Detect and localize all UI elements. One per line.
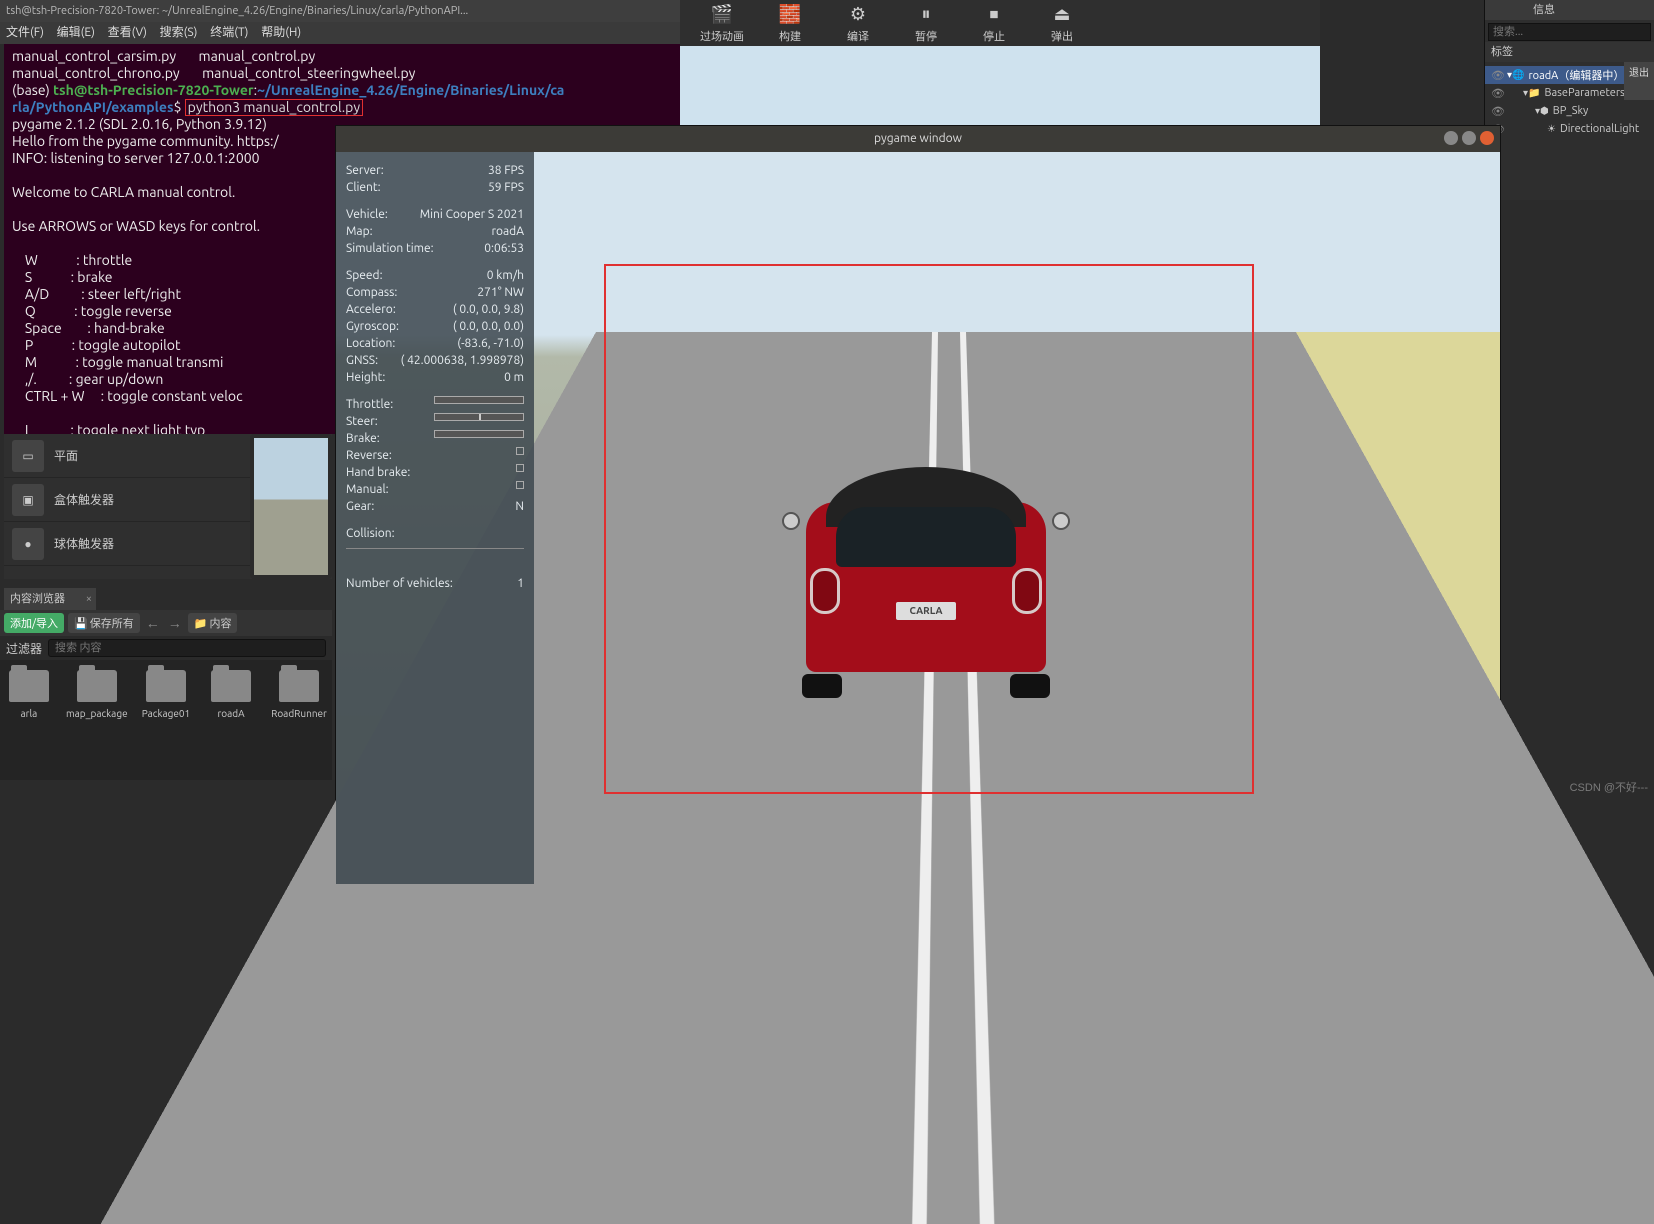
eject-icon: ⏏ <box>1048 2 1076 26</box>
asset-preview <box>250 434 332 579</box>
folder-item[interactable]: Package01 <box>142 670 190 770</box>
clapper-icon: 🎬 <box>708 2 736 26</box>
save-icon: 💾 <box>74 617 88 630</box>
folder-icon <box>211 670 251 702</box>
maximize-icon[interactable] <box>1462 131 1476 145</box>
add-import-button[interactable]: 添加/导入 <box>4 613 64 633</box>
close-icon[interactable]: × <box>86 588 92 610</box>
folder-item[interactable]: roadA <box>208 670 254 770</box>
content-browser-tab[interactable]: 内容浏览器× <box>4 588 96 610</box>
tool-eject[interactable]: ⏏弹出 <box>1028 2 1096 44</box>
pygame-titlebar[interactable]: pygame window <box>336 126 1500 152</box>
watermark: CSDN @不好--- <box>1570 779 1648 795</box>
nav-fwd-icon[interactable]: → <box>166 615 184 631</box>
visibility-icon[interactable]: 👁 <box>1491 69 1503 82</box>
content-browser-toolbar: 添加/导入 💾保存所有 ← → 📁内容 <box>0 610 332 636</box>
save-all-button[interactable]: 💾保存所有 <box>68 613 140 633</box>
menu-terminal[interactable]: 终端(T) <box>210 26 248 39</box>
close-icon[interactable] <box>1480 131 1494 145</box>
plane-icon: ▭ <box>12 440 44 472</box>
minimize-icon[interactable] <box>1444 131 1458 145</box>
tree-row-dirlight[interactable]: 👁☀DirectionalLight <box>1485 120 1654 138</box>
tool-pause[interactable]: ⏸暂停 <box>892 2 960 44</box>
ue-toolbar: 🎬过场动画 🧱构建 ⚙编译 ⏸暂停 ⏹停止 ⏏弹出 <box>680 0 1320 46</box>
folder-icon <box>279 670 319 702</box>
tool-stop[interactable]: ⏹停止 <box>960 2 1028 44</box>
menu-view[interactable]: 查看(V) <box>108 26 147 39</box>
tool-compile[interactable]: ⚙编译 <box>824 2 892 44</box>
brake-bar <box>434 430 524 438</box>
box-icon: ▣ <box>12 484 44 516</box>
filter-row: 过滤器 <box>0 636 332 660</box>
outliner-search-input[interactable] <box>1488 23 1651 41</box>
folder-item[interactable]: RoadRunner <box>272 670 326 770</box>
folder-icon <box>9 670 49 702</box>
sphere-icon: ● <box>12 528 44 560</box>
nav-back-icon[interactable]: ← <box>144 615 162 631</box>
exit-button[interactable]: 退出 <box>1624 62 1654 100</box>
stop-icon: ⏹ <box>980 2 1008 26</box>
menu-edit[interactable]: 编辑(E) <box>57 26 95 39</box>
menu-file[interactable]: 文件(F) <box>6 26 44 39</box>
manual-checkbox <box>516 481 524 489</box>
tree-row-bpsky[interactable]: 👁▾⬢BP_Sky <box>1485 102 1654 120</box>
world-outliner: 信息 标签 👁▾🌐roadA（编辑器中） 👁▾📁BaseParameters 👁… <box>1484 0 1654 200</box>
info-tab[interactable]: 信息 <box>1485 0 1654 20</box>
throttle-bar <box>434 396 524 404</box>
folder-icon: 📁 <box>194 617 208 630</box>
terminal-menubar: 文件(F) 编辑(E) 查看(V) 搜索(S) 终端(T) 帮助(H) <box>0 22 680 44</box>
reverse-checkbox <box>516 447 524 455</box>
filter-button[interactable]: 过滤器 <box>6 640 42 657</box>
menu-search[interactable]: 搜索(S) <box>160 26 198 39</box>
visibility-icon[interactable]: 👁 <box>1491 87 1503 100</box>
menu-help[interactable]: 帮助(H) <box>261 26 301 39</box>
content-search-input[interactable] <box>48 639 326 657</box>
annotation-box <box>604 264 1254 794</box>
terminal-titlebar: tsh@tsh-Precision-7820-Tower: ~/UnrealEn… <box>0 0 680 22</box>
pygame-window: pygame window CARLA Server:38 FPS Client… <box>335 125 1501 883</box>
pygame-viewport[interactable]: CARLA Server:38 FPS Client:59 FPS Vehicl… <box>336 152 1500 884</box>
folder-grid: arla map_package Package01 roadA RoadRun… <box>0 660 332 780</box>
handbrake-checkbox <box>516 464 524 472</box>
folder-item[interactable]: arla <box>6 670 52 770</box>
visibility-icon[interactable]: 👁 <box>1491 105 1503 118</box>
tool-cinematics[interactable]: 🎬过场动画 <box>688 2 756 44</box>
label-header: 标签 <box>1485 42 1654 62</box>
compile-icon: ⚙ <box>844 2 872 26</box>
hud-overlay: Server:38 FPS Client:59 FPS Vehicle:Mini… <box>336 152 534 884</box>
build-icon: 🧱 <box>776 2 804 26</box>
folder-icon <box>146 670 186 702</box>
folder-icon <box>77 670 117 702</box>
command-highlight: python3 manual_control.py <box>185 99 363 116</box>
content-button[interactable]: 📁内容 <box>188 613 238 633</box>
pause-icon: ⏸ <box>912 2 940 26</box>
folder-item[interactable]: map_package <box>70 670 124 770</box>
tool-build[interactable]: 🧱构建 <box>756 2 824 44</box>
steer-bar <box>434 413 524 421</box>
